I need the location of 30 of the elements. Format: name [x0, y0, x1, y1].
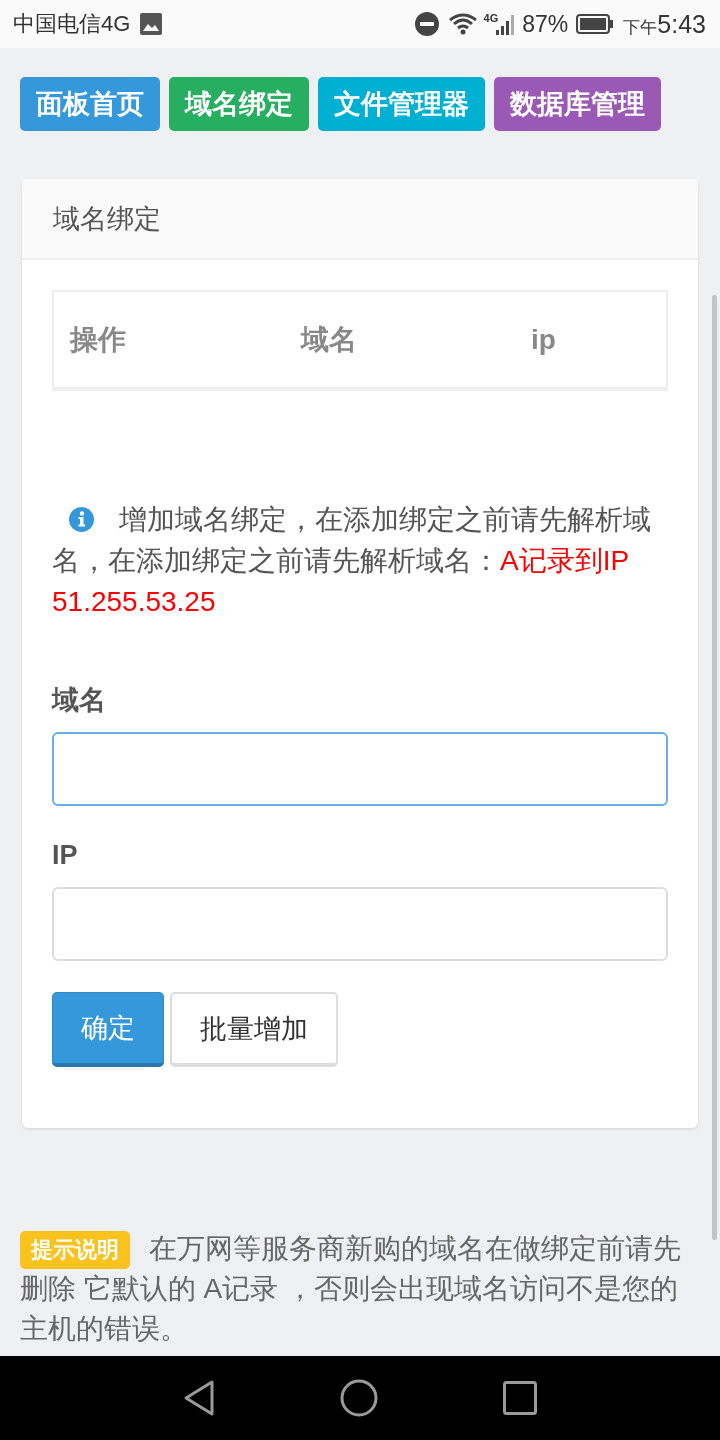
info-icon [69, 507, 94, 532]
tip-label: 提示说明 [20, 1231, 130, 1269]
column-header: ip [530, 323, 556, 356]
do-not-disturb-icon [414, 12, 439, 36]
confirm-button[interactable]: 确定 [52, 992, 164, 1067]
recent-apps-icon[interactable] [503, 1381, 538, 1415]
column-header: 操作 [68, 322, 126, 357]
notice-text: 增加域名绑定，在添加绑定之前请先解析域名，在添加绑定之前请先解析域名：A记录到IP 51.255.53.25 [52, 503, 652, 619]
back-icon[interactable] [182, 1379, 215, 1417]
clock-time: 5:43 [657, 11, 706, 37]
nav-button[interactable]: 域名绑定 [169, 77, 309, 131]
column-header: 域名 [299, 322, 357, 357]
input-field[interactable] [52, 732, 668, 806]
time-period: 下午 [623, 18, 658, 36]
nav-button[interactable]: 文件管理器 [318, 77, 485, 131]
batch-add-button[interactable]: 批量增加 [170, 992, 338, 1067]
nav-button[interactable]: 数据库管理 [494, 77, 661, 131]
field-label: IP [52, 839, 78, 872]
battery-icon [576, 14, 615, 34]
card-title: 域名绑定 [53, 202, 161, 236]
tip-text: 提示说明 在万网等服务商新购的域名在做绑定前请先删除 它默认的 A记录 ，否则会出现域名访问不是您的主机的错误。 [20, 1230, 682, 1346]
field-label: 域名 [52, 684, 106, 717]
network-type: 4G [483, 12, 499, 24]
image-icon [140, 13, 163, 35]
signal-icon [496, 13, 517, 35]
wifi-icon [447, 13, 478, 35]
nav-button[interactable]: 面板首页 [20, 77, 160, 131]
carrier-name: 中国电信4G [13, 10, 131, 38]
battery-percent: 87% [522, 12, 569, 36]
home-icon[interactable] [340, 1379, 378, 1417]
